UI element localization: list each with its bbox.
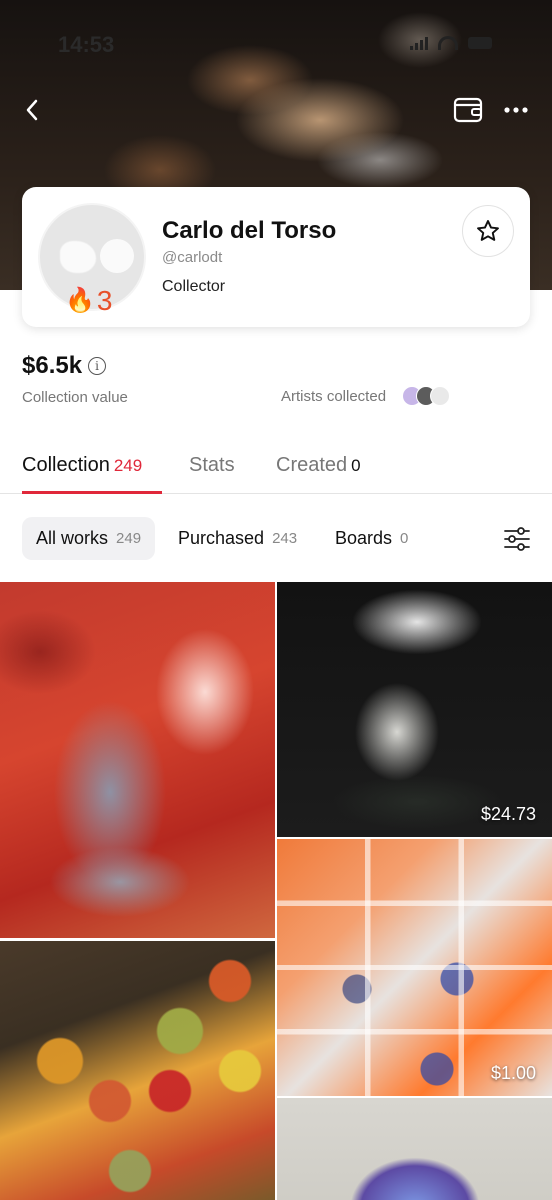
artwork-tile[interactable]: $1.00 [277, 839, 552, 1096]
more-options-button[interactable] [498, 92, 534, 128]
signal-icon [410, 36, 428, 50]
star-icon [477, 220, 499, 241]
active-tab-indicator [22, 491, 162, 494]
wifi-icon [438, 36, 458, 50]
tab-created[interactable]: Created 0 [276, 454, 361, 477]
artist-avatar [430, 386, 450, 406]
profile-handle: @carlodt [162, 249, 223, 266]
profile-role: Collector [162, 278, 226, 295]
collection-value-label: Collection value [22, 389, 128, 406]
status-time: 14:53 [58, 32, 115, 57]
artwork-price: $1.00 [490, 1063, 536, 1083]
artwork-tile[interactable] [0, 941, 275, 1200]
favorite-button[interactable] [462, 205, 514, 257]
wallet-button[interactable] [450, 92, 486, 128]
status-icons [410, 36, 492, 50]
artwork-tile[interactable] [277, 1098, 552, 1200]
battery-icon [468, 37, 492, 49]
filter-settings-button[interactable] [500, 523, 534, 555]
filter-all-works[interactable]: All works 249 [22, 517, 156, 560]
collection-value: $6.5k i [22, 352, 107, 380]
more-horizontal-icon [504, 107, 528, 113]
streak-count: 3 [96, 285, 113, 316]
artists-collected-label: Artists collected [281, 388, 387, 405]
filter-purchased[interactable]: Purchased 243 [164, 517, 311, 560]
profile-name: Carlo del Torso [162, 217, 337, 244]
artwork-tile[interactable] [0, 582, 275, 938]
collection-value-amount: $6.5k [22, 352, 83, 379]
artwork-tile[interactable]: $24.73 [277, 582, 552, 837]
profile-tabs: Collection 249 Stats Created 0 [0, 440, 552, 494]
info-icon[interactable]: i [88, 357, 107, 375]
artists-collected-avatars[interactable] [402, 386, 450, 406]
streak-badge: 🔥 3 [65, 285, 112, 317]
tab-stats[interactable]: Stats [189, 454, 235, 477]
artwork-price: $24.73 [480, 804, 536, 824]
filter-boards[interactable]: Boards 0 [321, 517, 422, 560]
tab-collection[interactable]: Collection 249 [22, 454, 142, 477]
fire-icon: 🔥 [65, 287, 95, 314]
sliders-icon [504, 527, 530, 551]
profile-card: 🔥 3 Carlo del Torso @carlodt Collector [22, 187, 530, 327]
tab-created-count: 0 [351, 456, 361, 475]
back-button[interactable] [14, 92, 50, 128]
wallet-icon [453, 97, 483, 123]
chevron-left-icon [26, 99, 38, 121]
status-bar: 14:53 [0, 30, 552, 60]
tab-collection-count: 249 [113, 456, 143, 475]
